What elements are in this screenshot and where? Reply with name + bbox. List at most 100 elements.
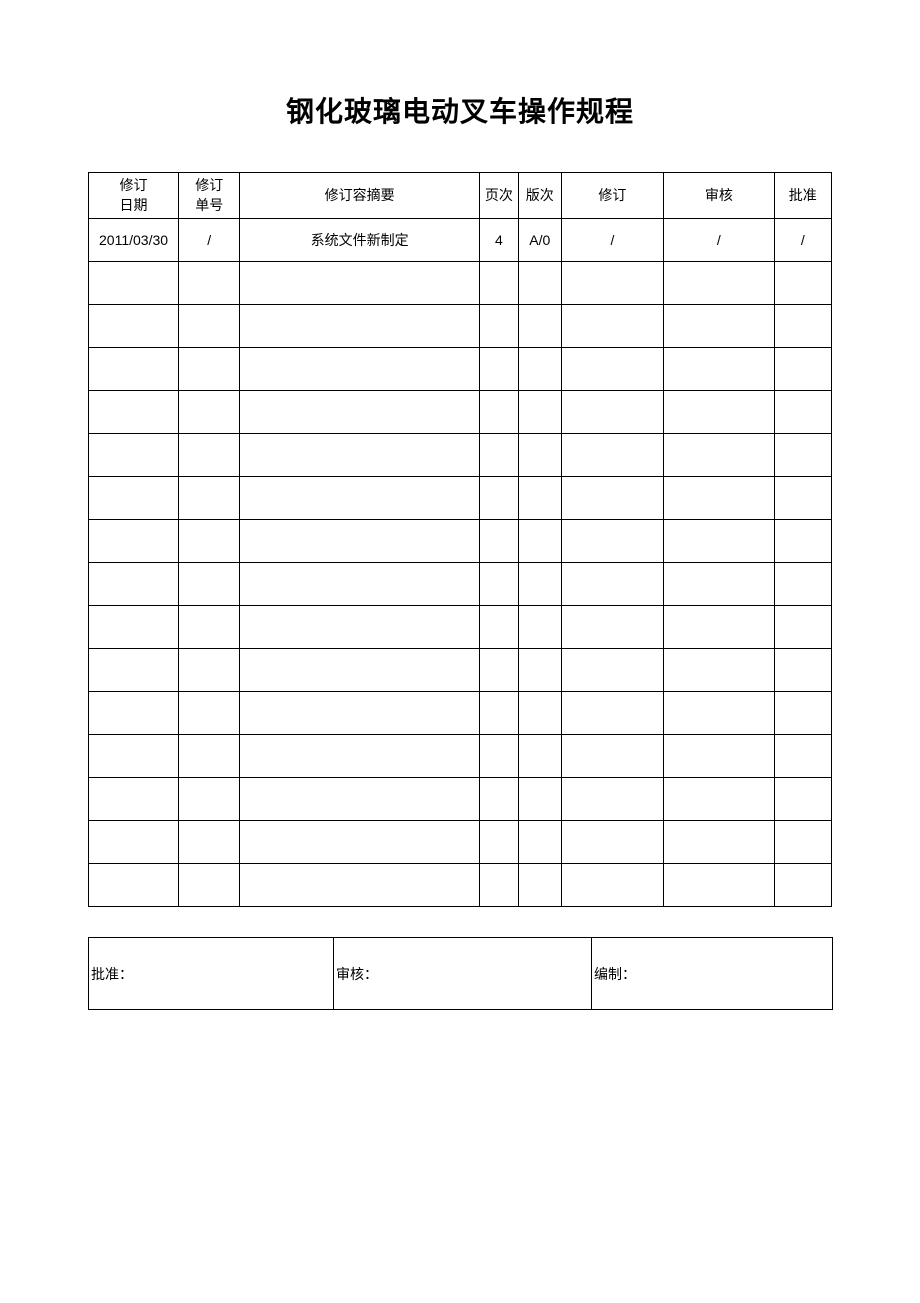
- cell-page: [479, 692, 518, 735]
- cell-summary: [240, 477, 479, 520]
- cell-summary: [240, 778, 479, 821]
- cell-approve: [774, 864, 831, 907]
- cell-version: [518, 735, 561, 778]
- cell-date: [89, 649, 179, 692]
- cell-revision: [561, 606, 663, 649]
- cell-audit: [664, 821, 775, 864]
- cell-page: [479, 391, 518, 434]
- cell-approve: [774, 391, 831, 434]
- cell-order: [179, 262, 240, 305]
- table-row: [89, 348, 832, 391]
- cell-order: [179, 606, 240, 649]
- cell-version: [518, 649, 561, 692]
- cell-revision: [561, 305, 663, 348]
- header-date: 修订 日期: [89, 173, 179, 219]
- cell-summary: [240, 391, 479, 434]
- table-row: [89, 262, 832, 305]
- cell-order: [179, 821, 240, 864]
- cell-revision: [561, 778, 663, 821]
- cell-date: [89, 864, 179, 907]
- table-row: [89, 864, 832, 907]
- cell-approve: [774, 821, 831, 864]
- table-row: [89, 606, 832, 649]
- cell-page: [479, 520, 518, 563]
- cell-date: [89, 262, 179, 305]
- cell-audit: [664, 778, 775, 821]
- document-title: 钢化玻璃电动叉车操作规程: [88, 90, 832, 130]
- cell-revision: [561, 563, 663, 606]
- table-header-row: 修订 日期 修订 单号 修订容摘要 页次 版次 修订 审核 批准: [89, 173, 832, 219]
- table-row: [89, 434, 832, 477]
- cell-page: [479, 735, 518, 778]
- cell-date: [89, 520, 179, 563]
- cell-approve: [774, 262, 831, 305]
- cell-date: [89, 434, 179, 477]
- cell-page: [479, 606, 518, 649]
- cell-audit: [664, 563, 775, 606]
- cell-audit: [664, 692, 775, 735]
- cell-approve: [774, 305, 831, 348]
- revision-history-table: 修订 日期 修订 单号 修订容摘要 页次 版次 修订 审核 批准 2011/03…: [88, 172, 832, 907]
- cell-audit: [664, 606, 775, 649]
- cell-page: [479, 563, 518, 606]
- cell-approve: [774, 649, 831, 692]
- cell-order: [179, 735, 240, 778]
- cell-approve: [774, 692, 831, 735]
- table-row: [89, 305, 832, 348]
- cell-date: [89, 606, 179, 649]
- cell-audit: [664, 477, 775, 520]
- cell-summary: [240, 821, 479, 864]
- cell-date: [89, 692, 179, 735]
- cell-audit: [664, 262, 775, 305]
- cell-summary: [240, 348, 479, 391]
- cell-version: [518, 692, 561, 735]
- cell-order: [179, 434, 240, 477]
- cell-audit: [664, 348, 775, 391]
- cell-audit: [664, 520, 775, 563]
- cell-revision: [561, 520, 663, 563]
- table-row: [89, 649, 832, 692]
- signoff-audit: 审核：: [334, 938, 592, 1010]
- cell-revision: [561, 864, 663, 907]
- cell-summary: [240, 864, 479, 907]
- cell-order: [179, 563, 240, 606]
- cell-version: A/0: [518, 219, 561, 262]
- cell-approve: [774, 778, 831, 821]
- cell-revision: [561, 262, 663, 305]
- cell-version: [518, 821, 561, 864]
- cell-order: [179, 391, 240, 434]
- table-row: [89, 778, 832, 821]
- cell-date: [89, 821, 179, 864]
- cell-approve: [774, 735, 831, 778]
- cell-summary: [240, 520, 479, 563]
- cell-summary: [240, 692, 479, 735]
- cell-order: [179, 520, 240, 563]
- cell-version: [518, 520, 561, 563]
- cell-revision: [561, 692, 663, 735]
- cell-summary: [240, 563, 479, 606]
- cell-page: [479, 649, 518, 692]
- cell-date: [89, 735, 179, 778]
- table-row: [89, 477, 832, 520]
- cell-order: [179, 864, 240, 907]
- header-summary: 修订容摘要: [240, 173, 479, 219]
- cell-summary: [240, 305, 479, 348]
- cell-date: [89, 778, 179, 821]
- cell-date: [89, 563, 179, 606]
- table-row: [89, 563, 832, 606]
- signoff-row: 批准： 审核： 编制：: [89, 938, 833, 1010]
- signoff-table: 批准： 审核： 编制：: [88, 937, 833, 1010]
- cell-approve: [774, 606, 831, 649]
- header-page: 页次: [479, 173, 518, 219]
- cell-version: [518, 477, 561, 520]
- cell-version: [518, 864, 561, 907]
- header-version: 版次: [518, 173, 561, 219]
- cell-revision: [561, 735, 663, 778]
- cell-approve: /: [774, 219, 831, 262]
- cell-summary: [240, 735, 479, 778]
- table-row: [89, 391, 832, 434]
- cell-date: [89, 477, 179, 520]
- cell-approve: [774, 434, 831, 477]
- cell-page: [479, 864, 518, 907]
- cell-revision: [561, 434, 663, 477]
